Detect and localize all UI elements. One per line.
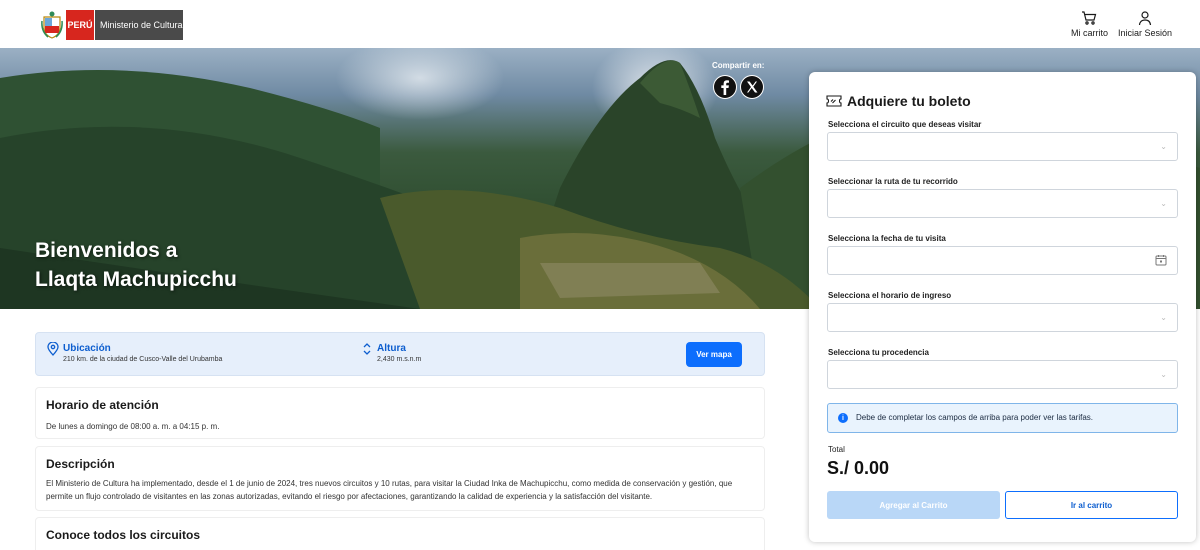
site-header: PERÚ Ministerio de Cultura Mi carrito In… <box>0 0 1200 48</box>
x-twitter-icon[interactable] <box>739 75 764 99</box>
hero-title-line1: Bienvenidos a <box>35 239 178 262</box>
coat-of-arms-icon <box>40 10 64 40</box>
circuits-card: Conoce todos los circuitos <box>35 517 765 550</box>
ticket-panel-title: Adquiere tu boleto <box>826 93 971 109</box>
description-text: El Ministerio de Cultura ha implementado… <box>46 479 733 501</box>
share-section: Compartir en: <box>712 61 764 99</box>
schedule-field-label: Selecciona el horario de ingreso <box>828 291 952 300</box>
location-label: Ubicación <box>63 343 111 354</box>
chevron-down-icon: ⌄ <box>1160 142 1167 151</box>
origin-field-label: Selecciona tu procedencia <box>828 348 929 357</box>
cart-icon <box>1082 11 1097 25</box>
ticket-title-text: Adquiere tu boleto <box>847 93 971 109</box>
hero-title: Bienvenidos a Llaqta Machupicchu <box>35 236 237 294</box>
login-button[interactable]: Iniciar Sesión <box>1118 10 1172 38</box>
altitude-icon <box>363 343 371 355</box>
share-label: Compartir en: <box>712 61 765 70</box>
date-field-label: Selecciona la fecha de tu visita <box>828 234 946 243</box>
ministry-logo[interactable]: PERÚ Ministerio de Cultura <box>40 10 183 40</box>
hero-title-line2: Llaqta Machupicchu <box>35 268 237 291</box>
route-field-label: Seleccionar la ruta de tu recorrido <box>828 177 958 186</box>
date-picker-input[interactable] <box>827 246 1178 275</box>
location-value: 210 km. de la ciudad de Cusco-Valle del … <box>63 356 223 363</box>
fare-notice-text: Debe de completar los campos de arriba p… <box>856 413 1094 422</box>
map-pin-icon <box>47 342 59 356</box>
calendar-icon[interactable] <box>1155 254 1167 266</box>
chevron-down-icon: ⌄ <box>1160 313 1167 322</box>
route-select[interactable]: ⌄ <box>827 189 1178 218</box>
altitude-label: Altura <box>377 343 406 354</box>
ticket-icon <box>826 95 842 107</box>
description-title: Descripción <box>46 457 115 471</box>
altitude-value: 2,430 m.s.n.m <box>377 356 422 363</box>
add-to-cart-button[interactable]: Agregar al Carrito <box>827 491 1000 519</box>
fare-notice: i Debe de completar los campos de arriba… <box>827 403 1178 433</box>
total-value: S./ 0.00 <box>827 458 890 478</box>
ticket-purchase-panel: Adquiere tu boleto Selecciona el circuit… <box>809 72 1196 542</box>
go-to-cart-button[interactable]: Ir al carrito <box>1005 491 1178 519</box>
login-label: Iniciar Sesión <box>1117 28 1172 38</box>
facebook-icon[interactable] <box>712 75 737 99</box>
logo-peru-text: PERÚ <box>66 10 94 40</box>
circuit-select[interactable]: ⌄ <box>827 132 1178 161</box>
cart-button[interactable]: Mi carrito <box>1071 10 1108 38</box>
chevron-down-icon: ⌄ <box>1160 199 1167 208</box>
circuit-field-label: Selecciona el circuito que deseas visita… <box>828 120 982 129</box>
location-info-bar: Ubicación 210 km. de la ciudad de Cusco-… <box>35 332 765 376</box>
schedule-title: Horario de atención <box>46 398 159 412</box>
schedule-text: De lunes a domingo de 08:00 a. m. a 04:1… <box>46 422 220 431</box>
schedule-card: Horario de atención De lunes a domingo d… <box>35 387 765 439</box>
total-label: Total <box>828 445 845 454</box>
user-icon <box>1138 11 1152 26</box>
entry-time-select[interactable]: ⌄ <box>827 303 1178 332</box>
description-card: Descripción El Ministerio de Cultura ha … <box>35 446 765 511</box>
chevron-down-icon: ⌄ <box>1160 370 1167 379</box>
logo-ministry-text: Ministerio de Cultura <box>94 10 183 40</box>
origin-select[interactable]: ⌄ <box>827 360 1178 389</box>
cart-label: Mi carrito <box>1070 28 1108 38</box>
info-icon: i <box>838 413 848 423</box>
circuits-title: Conoce todos los circuitos <box>46 528 201 542</box>
view-map-button[interactable]: Ver mapa <box>686 342 742 367</box>
